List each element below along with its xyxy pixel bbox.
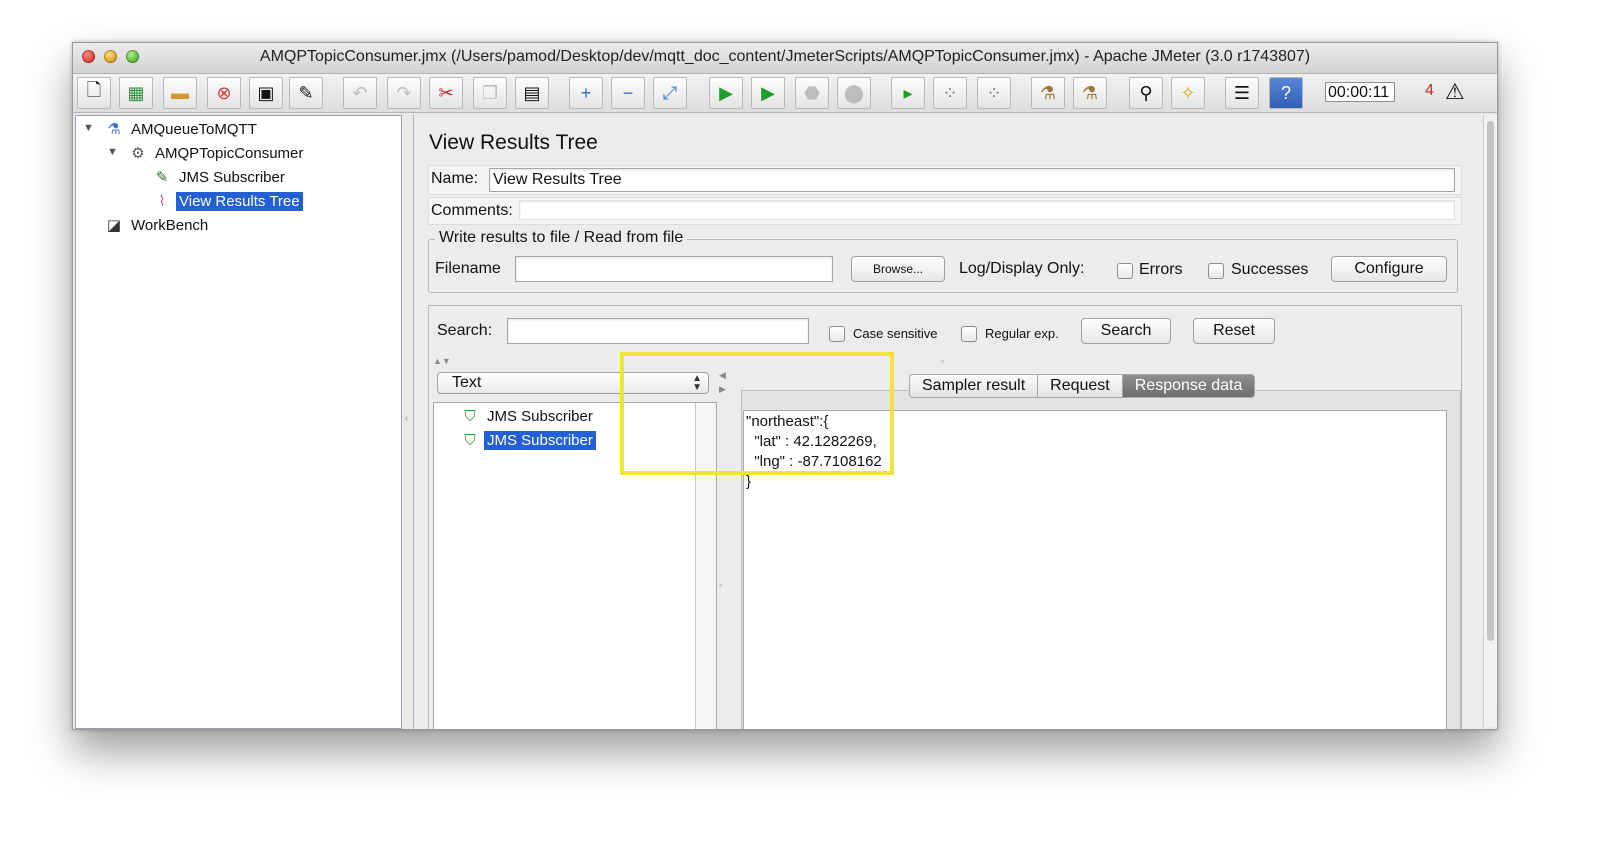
results-area: Search: Case sensitive Regular exp. Sear… bbox=[428, 305, 1462, 729]
successes-label: Successes bbox=[1231, 261, 1309, 278]
scrollbar-thumb[interactable] bbox=[1487, 121, 1494, 641]
warning-icon[interactable]: ⚠ bbox=[1445, 80, 1465, 104]
renderer-value: Text bbox=[452, 374, 482, 391]
pipette-icon: ✎ bbox=[155, 169, 169, 186]
tab-request[interactable]: Request bbox=[1037, 374, 1122, 398]
start-icon[interactable]: ▶ bbox=[709, 77, 743, 109]
page-title: View Results Tree bbox=[429, 131, 598, 154]
tree-node-view-results-tree[interactable]: ⌇ View Results Tree bbox=[152, 190, 303, 212]
splitter-arrows-icon[interactable]: ▲▼ bbox=[433, 356, 451, 366]
tree-node-amqptopicconsumer[interactable]: ⚙ AMQPTopicConsumer bbox=[128, 142, 306, 164]
success-shield-icon: ⛉ bbox=[464, 431, 476, 449]
case-sensitive-label: Case sensitive bbox=[853, 326, 938, 341]
tab-sampler-result[interactable]: Sampler result bbox=[909, 374, 1038, 398]
remote-shutdown-icon[interactable]: ⁘ bbox=[977, 77, 1011, 109]
cut-icon[interactable]: ✂ bbox=[429, 77, 463, 109]
title-bar: AMQPTopicConsumer.jmx (/Users/pamod/Desk… bbox=[73, 43, 1497, 74]
write-results-legend: Write results to file / Read from file bbox=[435, 229, 688, 247]
flask-icon: ⚗ bbox=[107, 121, 121, 138]
comments-row: Comments: bbox=[428, 197, 1462, 225]
elapsed-timer: 00:00:11 bbox=[1325, 82, 1395, 102]
regular-exp-label: Regular exp. bbox=[985, 326, 1059, 341]
comments-field[interactable] bbox=[519, 200, 1455, 220]
remote-start-icon[interactable]: ▸ bbox=[891, 77, 925, 109]
clear-all-icon[interactable]: ⚗ bbox=[1073, 77, 1107, 109]
function-helper-icon[interactable]: ☰ bbox=[1225, 77, 1259, 109]
vertical-scrollbar[interactable] bbox=[1483, 115, 1497, 727]
error-count: 4 bbox=[1425, 82, 1434, 99]
successes-checkbox[interactable] bbox=[1208, 263, 1224, 279]
open-icon[interactable]: ▬ bbox=[163, 77, 197, 109]
collapse-arrow-icon[interactable]: ▼ bbox=[83, 122, 94, 134]
help-icon[interactable]: ? bbox=[1269, 77, 1303, 109]
tree-node-jms-subscriber[interactable]: ✎ JMS Subscriber bbox=[152, 166, 288, 188]
errors-label: Errors bbox=[1139, 261, 1183, 278]
shutdown-icon[interactable]: ⬤ bbox=[837, 77, 871, 109]
save-icon[interactable]: ▣ bbox=[249, 77, 283, 109]
gear-icon: ⚙ bbox=[131, 145, 145, 162]
name-field[interactable]: View Results Tree bbox=[489, 168, 1455, 192]
case-sensitive-checkbox[interactable] bbox=[829, 326, 845, 342]
reset-search-icon[interactable]: ✧ bbox=[1171, 77, 1205, 109]
log-display-label: Log/Display Only: bbox=[959, 260, 1085, 277]
filename-input[interactable] bbox=[515, 256, 833, 282]
expand-icon[interactable]: + bbox=[569, 77, 603, 109]
save-as-icon[interactable]: ✎ bbox=[289, 77, 323, 109]
splitter-grip-icon: ‹ bbox=[405, 413, 408, 423]
stop-icon[interactable]: ⬣ bbox=[795, 77, 829, 109]
search-input[interactable] bbox=[507, 318, 809, 344]
name-label: Name: bbox=[431, 170, 479, 187]
close-icon[interactable]: ⊗ bbox=[207, 77, 241, 109]
splitter-dot-icon[interactable]: ◦ bbox=[719, 580, 722, 590]
collapse-arrow-icon[interactable]: ▼ bbox=[107, 146, 118, 158]
search-icon[interactable]: ⚲ bbox=[1129, 77, 1163, 109]
collapse-icon[interactable]: − bbox=[611, 77, 645, 109]
sample-item-2[interactable]: ⛉ JMS Subscriber bbox=[460, 429, 596, 451]
sample-item-1[interactable]: ⛉ JMS Subscriber bbox=[460, 405, 596, 427]
tree-node-amqueuetomqtt[interactable]: ⚗ AMQueueToMQTT bbox=[104, 118, 260, 140]
errors-checkbox[interactable] bbox=[1117, 263, 1133, 279]
tab-response-data[interactable]: Response data bbox=[1121, 374, 1256, 398]
toolbar: 🗋 ▦ ▬ ⊗ ▣ ✎ ↶ ↷ ✂ ❐ ▤ + − ⤢ ▶ ▶ ⬣ ⬤ ▸ ⁘ … bbox=[73, 74, 1497, 113]
result-tabs: Sampler result Request Response data bbox=[909, 374, 1256, 398]
name-row: Name: View Results Tree bbox=[428, 165, 1462, 195]
start-no-pause-icon[interactable]: ▶ bbox=[751, 77, 785, 109]
search-label: Search: bbox=[437, 322, 493, 339]
templates-icon[interactable]: ▦ bbox=[119, 77, 153, 109]
tree-node-workbench[interactable]: ◪ WorkBench bbox=[104, 214, 211, 236]
undo-icon[interactable]: ↶ bbox=[343, 77, 377, 109]
paste-icon[interactable]: ▤ bbox=[515, 77, 549, 109]
toggle-icon[interactable]: ⤢ bbox=[653, 77, 687, 109]
browse-button[interactable]: Browse... bbox=[851, 256, 945, 282]
configure-button[interactable]: Configure bbox=[1331, 256, 1447, 282]
splitter-dot-icon[interactable]: ◦ bbox=[941, 356, 944, 366]
response-line: } bbox=[746, 473, 752, 490]
remote-stop-icon[interactable]: ⁘ bbox=[933, 77, 967, 109]
new-icon[interactable]: 🗋 bbox=[77, 77, 111, 109]
main-splitter[interactable]: ‹ bbox=[404, 115, 412, 727]
filename-label: Filename bbox=[435, 260, 501, 277]
window-title: AMQPTopicConsumer.jmx (/Users/pamod/Desk… bbox=[259, 48, 1311, 65]
clear-icon[interactable]: ⚗ bbox=[1031, 77, 1065, 109]
test-plan-tree: ▼ ⚗ AMQueueToMQTT ▼ ⚙ AMQPTopicConsumer … bbox=[75, 115, 402, 729]
view-results-tree-panel: View Results Tree Name: View Results Tre… bbox=[413, 115, 1482, 729]
search-button[interactable]: Search bbox=[1081, 318, 1171, 344]
write-results-group: Write results to file / Read from file F… bbox=[428, 229, 1458, 293]
redo-icon[interactable]: ↷ bbox=[387, 77, 421, 109]
comments-label: Comments: bbox=[431, 202, 513, 219]
success-shield-icon: ⛉ bbox=[464, 407, 476, 425]
workbench-icon: ◪ bbox=[106, 217, 122, 234]
reset-button[interactable]: Reset bbox=[1193, 318, 1275, 344]
graph-icon: ⌇ bbox=[158, 193, 166, 210]
highlight-box bbox=[620, 352, 894, 475]
regular-exp-checkbox[interactable] bbox=[961, 326, 977, 342]
copy-icon[interactable]: ❐ bbox=[473, 77, 507, 109]
